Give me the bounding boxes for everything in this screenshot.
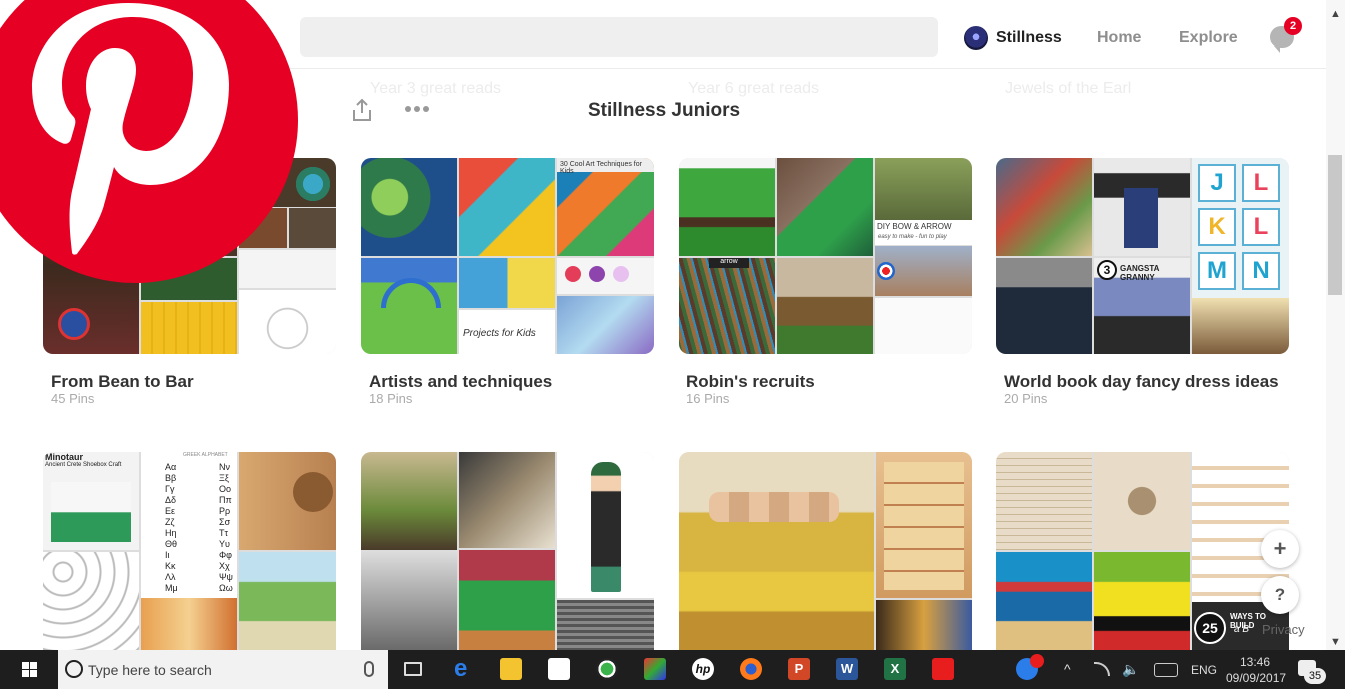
board-pin-count: 16 Pins — [686, 391, 730, 406]
wifi-icon[interactable] — [1094, 662, 1110, 676]
profile-link[interactable]: Stillness — [964, 26, 1062, 50]
store-icon[interactable] — [548, 658, 570, 680]
board-name[interactable]: Artists and techniques — [369, 372, 552, 392]
pinterest-logo-icon — [0, 0, 298, 283]
word-icon[interactable]: W — [836, 658, 858, 680]
board-card[interactable]: Minotaur Ancient Crete Shoebox Craft GRE… — [43, 452, 336, 650]
avatar — [964, 26, 988, 50]
powerpoint-icon[interactable]: P — [788, 658, 810, 680]
alert-icon — [1030, 654, 1044, 668]
language-indicator[interactable]: ENG — [1191, 663, 1217, 677]
more-options-icon[interactable] — [404, 104, 430, 114]
taskbar: Type here to search e hp P W X ^ 🔈 ENG 1… — [0, 650, 1345, 689]
chevron-up-icon[interactable]: ^ — [1064, 661, 1071, 677]
board-card[interactable]: 25 WAYS TO BUILD a B — [996, 452, 1289, 650]
greek-column-left: Αα Ββ Γγ Δδ Εε Ζζ Ηη Θθ Ιι Κκ Λλ Μμ — [165, 462, 178, 593]
volume-icon[interactable]: 🔈 — [1122, 661, 1139, 678]
scrollbar[interactable] — [1326, 0, 1345, 650]
pinterest-screen: Stillness Home Explore 2 Year 3 great re… — [0, 0, 1345, 689]
thumb-caption: a B — [1234, 624, 1250, 635]
thumb-caption: easy to make - fun to play — [875, 233, 972, 245]
faint-board-title: Year 6 great reads — [688, 80, 820, 97]
scroll-up-icon[interactable]: ▲ — [1330, 8, 1341, 20]
acrobat-icon[interactable] — [932, 658, 954, 680]
board-name[interactable]: World book day fancy dress ideas — [1004, 372, 1279, 392]
task-view-icon[interactable] — [404, 662, 422, 676]
page-title: Stillness Juniors — [588, 100, 741, 121]
hp-icon[interactable]: hp — [692, 658, 714, 680]
notification-badge: 2 — [1284, 17, 1302, 35]
help-button[interactable]: ? — [1261, 576, 1299, 614]
firefox-icon[interactable] — [740, 658, 762, 680]
cortana-icon — [65, 660, 83, 678]
start-button[interactable] — [22, 662, 38, 678]
thumb-caption: Projects for Kids — [459, 310, 555, 354]
clock-date[interactable]: 09/09/2017 — [1226, 671, 1286, 685]
search-bar[interactable] — [300, 17, 938, 57]
add-pin-button[interactable]: + — [1261, 530, 1299, 568]
thumb-caption: GANGSTA GRANNY — [1120, 264, 1160, 282]
microphone-icon[interactable] — [364, 661, 374, 677]
privacy-link[interactable]: Privacy — [1262, 622, 1305, 637]
board-pin-count: 45 Pins — [51, 391, 95, 406]
notification-count: 35 — [1304, 668, 1326, 684]
board-name[interactable]: Robin's recruits — [686, 372, 815, 392]
board-pin-count: 18 Pins — [369, 391, 413, 406]
faint-board-title: Year 3 great reads — [370, 80, 502, 97]
search-placeholder: Type here to search — [88, 661, 212, 678]
scroll-down-icon[interactable]: ▼ — [1330, 636, 1341, 648]
excel-icon[interactable]: X — [884, 658, 906, 680]
clock-time[interactable]: 13:46 — [1240, 655, 1270, 669]
thumb-caption: arrow — [709, 258, 749, 268]
file-explorer-icon[interactable] — [500, 658, 522, 680]
greek-column-right: Νν Ξξ Οο Ππ Ρρ Σσ Ττ Υυ Φφ Χχ Ψψ Ωω — [219, 462, 233, 593]
app-icon[interactable] — [596, 658, 618, 680]
thumb-caption: 30 Cool Art Techniques for Kids — [557, 158, 654, 175]
keyboard-icon[interactable] — [1154, 663, 1178, 677]
paint-icon[interactable] — [644, 658, 666, 680]
thumb-caption: Ancient Crete Shoebox Craft — [45, 462, 122, 468]
nav-explore[interactable]: Explore — [1179, 29, 1238, 47]
scrollbar-thumb[interactable] — [1328, 155, 1342, 295]
board-card[interactable] — [679, 452, 972, 650]
thumb-caption: 25 — [1194, 612, 1226, 644]
board-pin-count: 20 Pins — [1004, 391, 1048, 406]
board-name[interactable]: From Bean to Bar — [51, 372, 194, 392]
board-card[interactable]: 3 GANGSTA GRANNY J L K L M N — [996, 158, 1289, 354]
edge-icon[interactable]: e — [454, 657, 476, 681]
thumb-caption: 3 — [1097, 260, 1117, 280]
share-icon[interactable] — [351, 98, 373, 122]
board-card[interactable] — [361, 452, 654, 650]
board-card[interactable]: arrow DIY BOW & ARROW easy to make - fun… — [679, 158, 972, 354]
faint-board-title: Jewels of the Earl — [1005, 80, 1132, 97]
profile-name: Stillness — [996, 29, 1062, 46]
board-card[interactable]: Projects for Kids 30 Cool Art Techniques… — [361, 158, 654, 354]
taskbar-search[interactable]: Type here to search — [58, 650, 388, 689]
thumb-caption: GREEK ALPHABET — [183, 452, 228, 458]
nav-home[interactable]: Home — [1097, 29, 1141, 47]
